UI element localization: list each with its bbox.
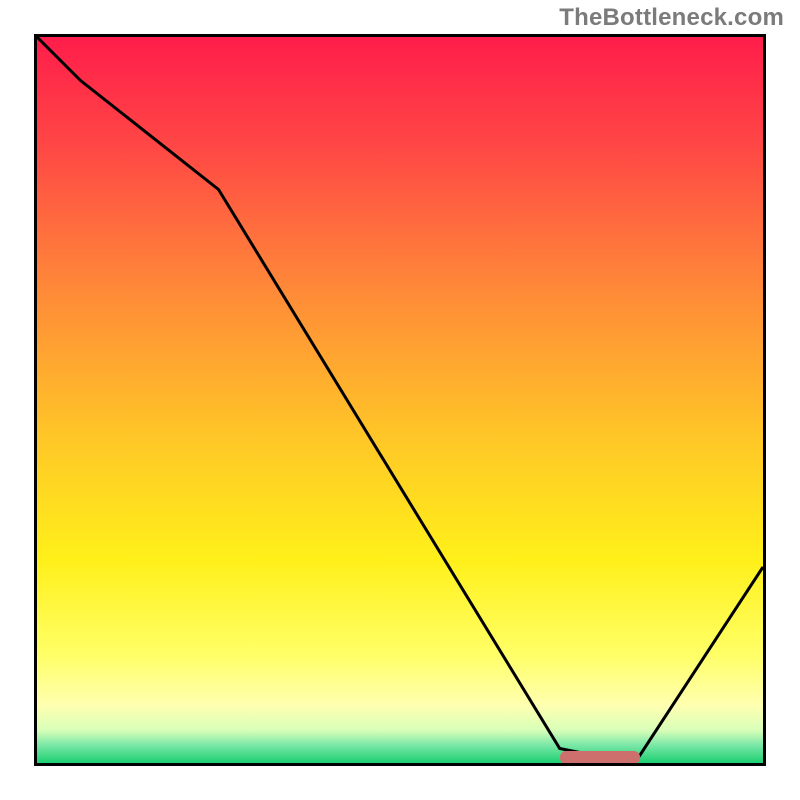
chart-background-gradient (37, 37, 763, 763)
chart-frame (34, 34, 766, 766)
watermark-text: TheBottleneck.com (559, 4, 784, 32)
